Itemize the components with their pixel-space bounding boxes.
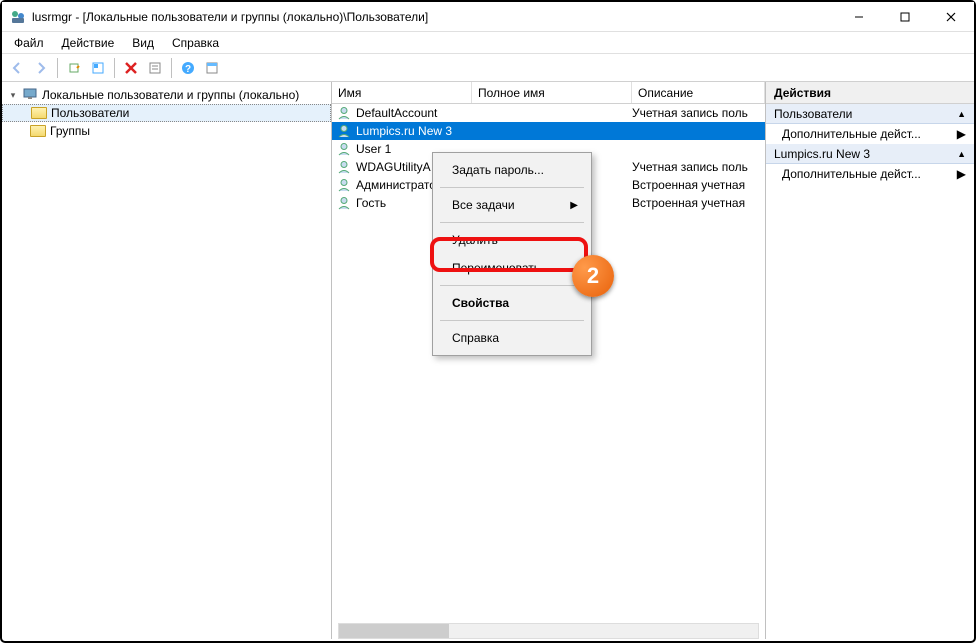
window-title: lusrmgr - [Локальные пользователи и груп…: [32, 10, 836, 24]
menu-action[interactable]: Действие: [54, 34, 123, 52]
user-icon: [336, 195, 352, 211]
cell-name: Lumpics.ru New 3: [356, 124, 472, 138]
col-full[interactable]: Полное имя: [472, 82, 632, 103]
action-more-2[interactable]: Дополнительные дейст... ▶: [766, 164, 974, 184]
folder-icon: [31, 107, 47, 119]
cell-desc: Встроенная учетная: [632, 196, 765, 210]
computer-icon: [22, 86, 38, 105]
chevron-right-icon: ▶: [957, 167, 966, 181]
back-button[interactable]: [6, 57, 28, 79]
context-menu: Задать пароль... Все задачи▶ Удалить Пер…: [432, 152, 592, 356]
help-button[interactable]: ?: [177, 57, 199, 79]
actions-panel: Действия Пользователи ▲ Дополнительные д…: [766, 82, 974, 639]
view-button[interactable]: [201, 57, 223, 79]
scrollbar-thumb[interactable]: [339, 624, 449, 638]
chevron-right-icon: ▶: [957, 127, 966, 141]
user-icon: [336, 105, 352, 121]
chevron-up-icon: ▲: [957, 149, 966, 159]
cell-desc: Учетная запись поль: [632, 160, 765, 174]
tree-root-label: Локальные пользователи и группы (локальн…: [42, 88, 299, 102]
refresh-button[interactable]: [87, 57, 109, 79]
menu-file[interactable]: Файл: [6, 34, 52, 52]
action-group-selection[interactable]: Lumpics.ru New 3 ▲: [766, 144, 974, 164]
menubar: Файл Действие Вид Справка: [2, 32, 974, 54]
chevron-up-icon: ▲: [957, 109, 966, 119]
tree-panel: ▾ Локальные пользователи и группы (локал…: [2, 82, 332, 639]
forward-button[interactable]: [30, 57, 52, 79]
menu-view[interactable]: Вид: [124, 34, 162, 52]
add-button[interactable]: [63, 57, 85, 79]
maximize-button[interactable]: [882, 2, 928, 31]
action-group-users[interactable]: Пользователи ▲: [766, 104, 974, 124]
tree-groups-label: Группы: [50, 124, 90, 138]
user-icon: [336, 159, 352, 175]
menu-help[interactable]: Справка: [164, 34, 227, 52]
properties-button[interactable]: [144, 57, 166, 79]
tree-users[interactable]: Пользователи: [2, 104, 331, 122]
action-more-1[interactable]: Дополнительные дейст... ▶: [766, 124, 974, 144]
col-name[interactable]: Имя: [332, 82, 472, 103]
list-header: Имя Полное имя Описание: [332, 82, 765, 104]
collapse-icon[interactable]: ▾: [8, 90, 18, 101]
app-icon: [10, 9, 26, 25]
folder-icon: [30, 125, 46, 137]
titlebar: lusrmgr - [Локальные пользователи и груп…: [2, 2, 974, 32]
ctx-properties[interactable]: Свойства: [436, 289, 588, 317]
user-icon: [336, 123, 352, 139]
toolbar: ?: [2, 54, 974, 82]
minimize-button[interactable]: [836, 2, 882, 31]
user-icon: [336, 177, 352, 193]
svg-text:?: ?: [185, 64, 191, 75]
ctx-delete[interactable]: Удалить: [436, 226, 588, 254]
ctx-set-password[interactable]: Задать пароль...: [436, 156, 588, 184]
tree-groups[interactable]: Группы: [2, 122, 331, 140]
ctx-help[interactable]: Справка: [436, 324, 588, 352]
chevron-right-icon: ▶: [570, 200, 578, 211]
cell-desc: Встроенная учетная: [632, 178, 765, 192]
delete-button[interactable]: [120, 57, 142, 79]
horizontal-scrollbar[interactable]: [338, 623, 759, 639]
col-desc[interactable]: Описание: [632, 82, 765, 103]
tree-root[interactable]: ▾ Локальные пользователи и группы (локал…: [2, 86, 331, 104]
list-row[interactable]: Lumpics.ru New 3: [332, 122, 765, 140]
close-button[interactable]: [928, 2, 974, 31]
list-row[interactable]: DefaultAccount Учетная запись поль: [332, 104, 765, 122]
tree-users-label: Пользователи: [51, 106, 129, 120]
user-icon: [336, 141, 352, 157]
ctx-all-tasks[interactable]: Все задачи▶: [436, 191, 588, 219]
ctx-rename[interactable]: Переименовать: [436, 254, 588, 282]
cell-name: DefaultAccount: [356, 106, 472, 120]
actions-title: Действия: [766, 82, 974, 104]
cell-desc: Учетная запись поль: [632, 106, 765, 120]
